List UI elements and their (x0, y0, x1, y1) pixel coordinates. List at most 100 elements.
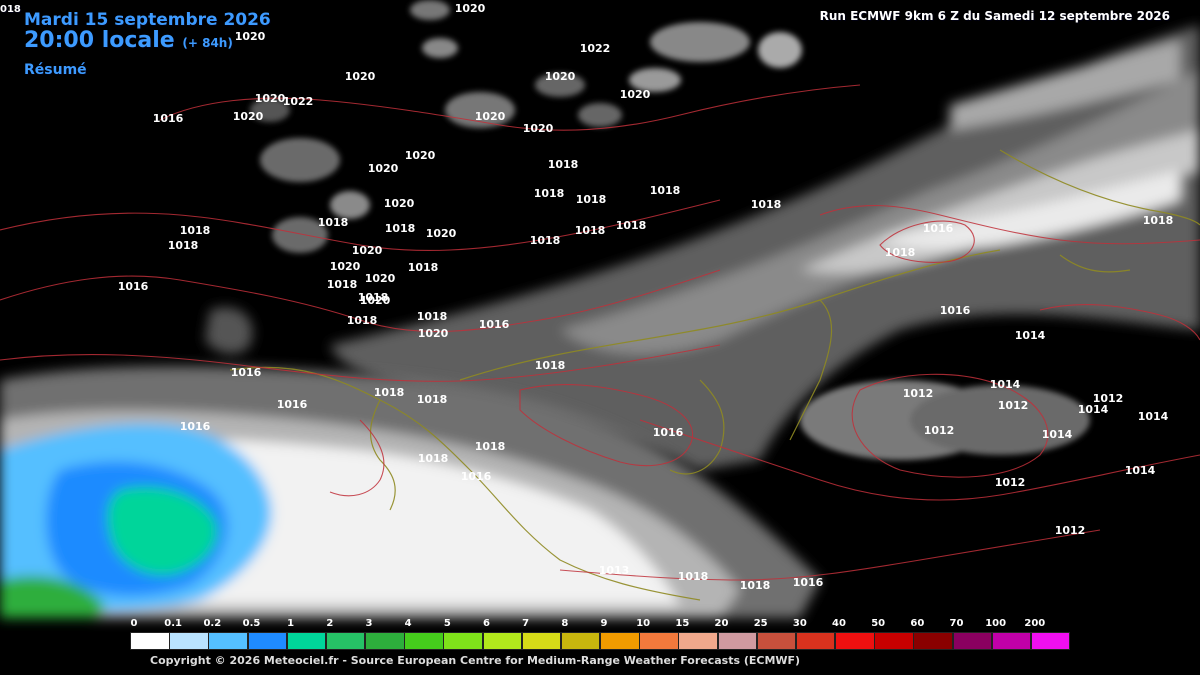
legend-label: 4 (404, 618, 412, 629)
legend-label: 9 (600, 618, 608, 629)
legend-swatch (325, 632, 366, 650)
isobar-label: 1020 (330, 260, 361, 273)
legend-swatch (874, 632, 914, 650)
legend-swatch (286, 632, 327, 650)
legend-swatch (678, 632, 718, 650)
isobar-label: 1018 (548, 158, 579, 171)
isobar-label: 1020 (405, 149, 436, 162)
isobar-label: 1020 (384, 197, 415, 210)
isobar-label: 1014 (1125, 464, 1156, 477)
legend-swatch (639, 632, 679, 650)
legend-label: 10 (636, 618, 651, 629)
isobar-label: 1020 (365, 272, 396, 285)
isobar-label: 1020 (426, 227, 457, 240)
isobar-label: 1016 (923, 222, 954, 235)
isobar-label: 1018 (327, 278, 358, 291)
legend-swatch (991, 632, 1032, 650)
isobar-label: 1018 (1143, 214, 1174, 227)
legend-swatch (1030, 632, 1071, 650)
isobar-label: 1018 (358, 291, 389, 304)
legend-label: 0 (130, 618, 138, 629)
legend-swatch (208, 632, 248, 650)
isobar-label: 1018 (408, 261, 439, 274)
isobar-label: 1018 (385, 222, 416, 235)
legend-swatch (952, 632, 993, 650)
isobar-label: 1012 (1093, 392, 1124, 405)
legend-label: 60 (910, 618, 925, 629)
legend-swatch (600, 632, 640, 650)
isobar-label: 1018 (318, 216, 349, 229)
legend-label: 6 (483, 618, 490, 629)
forecast-date: Mardi 15 septembre 2026 (24, 10, 271, 30)
isobar-label: 1018 (535, 359, 566, 372)
isobar-label: 1022 (283, 95, 314, 108)
isobar-label: 1018 (347, 314, 378, 327)
weather-map-panel: 1020 1020 1020 1022 1020 1020 1020 1022 1020 1020… (0, 0, 1200, 675)
legend-label: 25 (753, 618, 768, 629)
isobar-label: 1018 (374, 386, 405, 399)
isobar-label: 1012 (1055, 524, 1086, 537)
isobar-label: 1018 (576, 193, 607, 206)
isobar-label: 1018 (418, 452, 449, 465)
isobar-label: 1022 (580, 42, 611, 55)
legend-label: 30 (792, 618, 807, 629)
isobar-label: 1014 (990, 378, 1021, 391)
isobar-label: 1018 (678, 570, 709, 583)
legend-swatch (835, 632, 875, 650)
legend-label: 0.1 (164, 618, 183, 629)
legend-swatch (404, 632, 444, 650)
isobar-label: 1014 (1138, 410, 1169, 423)
isobar-label: 1020 (418, 327, 449, 340)
legend-label: 0.2 (203, 618, 222, 629)
isobar-label: 1018 (417, 310, 448, 323)
legend-label: 2 (326, 618, 334, 629)
isobar-label: 1020 (233, 110, 264, 123)
isobar-label: 1018 (650, 184, 681, 197)
isobar-label: 1012 (903, 387, 934, 400)
isobar-label: 1012 (924, 424, 955, 437)
legend-label: 50 (871, 618, 886, 629)
model-run-info: Run ECMWF 9km 6 Z du Samedi 12 septembre… (819, 9, 1170, 23)
edge-label: 018 (0, 4, 21, 15)
isobar-label: 1018 (475, 440, 506, 453)
isobar-label: 1018 (180, 224, 211, 237)
isobar-label: 1018 (168, 239, 199, 252)
isobar-label: 1020 (255, 92, 286, 105)
legend-swatch (443, 632, 483, 650)
isobar-label: 1020 (345, 70, 376, 83)
isobar-label: 1016 (461, 470, 492, 483)
legend-swatch (795, 632, 836, 650)
summary-label: Résumé (24, 62, 87, 78)
isobar-label: 1014 (1015, 329, 1046, 342)
legend-label: 7 (522, 618, 530, 629)
forecast-map: 1020102010201022102010201020102210201020… (0, 0, 1200, 675)
isobar-label: 1012 (998, 399, 1029, 412)
legend-swatch (560, 632, 601, 650)
isobar-label: 1014 (1042, 428, 1073, 441)
legend-label: 8 (561, 618, 569, 629)
legend-swatch (913, 632, 953, 650)
legend-swatch (521, 632, 562, 650)
isobar-label: 1016 (118, 280, 149, 293)
isobar-label: 1016 (153, 112, 184, 125)
isobar-label: 1018 (751, 198, 782, 211)
copyright-text: Copyright © 2026 Meteociel.fr - Source E… (150, 654, 801, 667)
legend-label: 70 (949, 618, 964, 629)
legend-label: 15 (675, 618, 690, 629)
isobar-label: 1020 (352, 244, 383, 257)
isobar-label: 1020 (475, 110, 506, 123)
isobar-label: 1018 (885, 246, 916, 259)
isobar-label: 1013 (599, 564, 630, 577)
forecast-time: 20:00 locale (+ 84h) (24, 28, 233, 53)
isobar-label: 1020 (620, 88, 651, 101)
legend-label: 0.5 (242, 618, 261, 629)
isobar-label: 1018 (417, 393, 448, 406)
isobar-label: 1016 (180, 420, 211, 433)
isobar-label: 1016 (653, 426, 684, 439)
legend-label: 1 (287, 618, 295, 629)
forecast-time-value: 20:00 locale (24, 28, 175, 53)
isobar-label: 1016 (793, 576, 824, 589)
legend-swatch (717, 632, 758, 650)
legend-swatch (365, 632, 405, 650)
forecast-lead-time: (+ 84h) (182, 36, 233, 50)
